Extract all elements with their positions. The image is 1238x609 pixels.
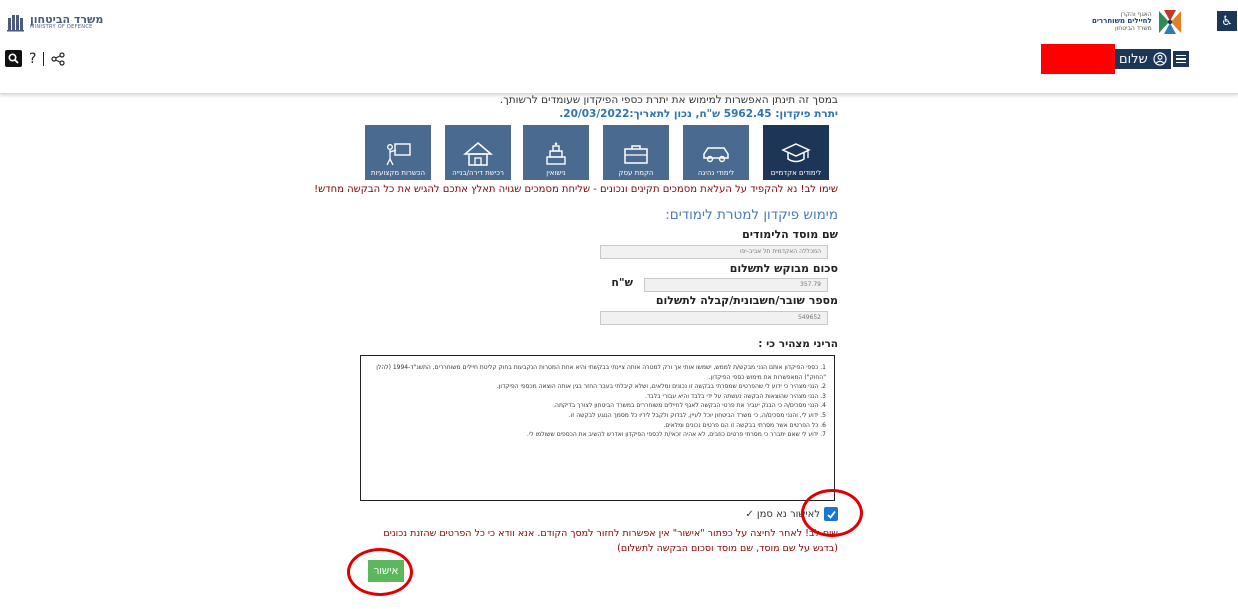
declaration-title: הריני מצהיר כי : xyxy=(758,338,838,350)
ifc-logo-line3: משרד הביטחון xyxy=(1115,24,1152,32)
hamburger-menu-button[interactable] xyxy=(1172,51,1189,67)
menu-line xyxy=(1175,58,1186,60)
amount-label: סכום מבוקש לתשלום xyxy=(729,262,838,275)
graduation-cap-icon xyxy=(781,142,811,162)
invoice-field[interactable]: 549652 xyxy=(600,311,828,325)
tile-academic-studies[interactable]: לימודים אקדמיים xyxy=(763,125,829,180)
terms-item: 2. הנני מצהיר כי ידוע לי שהפרטים שמסרתי … xyxy=(496,383,826,391)
menu-line xyxy=(1175,54,1186,57)
header-tools: ? xyxy=(5,50,66,67)
mod-logo-english: MINISTRY OF DEFENCE xyxy=(30,24,93,30)
annotation-circle-checkbox xyxy=(801,489,863,537)
terms-item: 7. ידוע לי שאם יתברר כי מסרתי פרטים כוזב… xyxy=(526,431,826,439)
purpose-tiles: לימודים אקדמיים לימודי נהיגה הקמת עסק ני… xyxy=(365,125,839,180)
house-icon xyxy=(463,141,493,166)
terms-item: 1. כספי הפיקדון אותם הנני מבקש/ת לממש, י… xyxy=(376,364,826,381)
terms-item: 3. הנני מצהיר שהוצאות הבקשה נעשתה על ידי… xyxy=(645,392,826,400)
search-icon xyxy=(8,53,19,64)
tile-label: לימודי נהיגה xyxy=(697,168,735,177)
balance-text: יתרת פיקדון: 5962.45 ש"ח, נכון לתאריך:20… xyxy=(559,108,838,120)
tile-wedding[interactable]: נישואין xyxy=(523,125,589,180)
presenter-icon xyxy=(386,142,411,165)
tile-label: רכישת דירה/בנייה xyxy=(452,168,504,177)
user-greeting-button[interactable]: שלום xyxy=(1115,49,1171,69)
tile-driving-lessons[interactable]: לימודי נהיגה xyxy=(683,125,749,180)
terms-item: 4. הנני מסכים/ה כי הבנק יעביר את פרטי הב… xyxy=(553,402,826,410)
tile-start-business[interactable]: הקמת עסק xyxy=(603,125,669,180)
tile-buy-apartment[interactable]: רכישת דירה/בנייה xyxy=(445,125,511,180)
soldiers-fund-logo[interactable]: האגף והקרן לחיילים משוחררים משרד הביטחון xyxy=(1092,9,1185,35)
tile-label: הכשרות מקצועיות xyxy=(370,168,426,177)
site-header: משרד הביטחון MINISTRY OF DEFENCE ? ♿ האג… xyxy=(0,0,1238,94)
annotation-circle-approve xyxy=(347,548,413,596)
tile-professional-training[interactable]: הכשרות מקצועיות xyxy=(365,125,431,180)
invoice-label: מספר שובר/חשבונית/קבלה לתשלום xyxy=(655,294,838,307)
submit-warning: שים לב! לאחר לחיצה על כפתור "אישור" אין … xyxy=(383,528,838,554)
institution-label: שם מוסד הלימודים xyxy=(742,228,838,241)
institution-field[interactable]: המכללה האקדמית תל אביב-יפו xyxy=(600,245,828,259)
help-button[interactable]: ? xyxy=(29,51,36,67)
terms-item: 6. כל הפרטים אשר מסרתי בבקשה זו הם פרטים… xyxy=(663,421,826,429)
car-icon xyxy=(703,146,729,162)
user-area: שלום xyxy=(1041,44,1189,74)
greeting-text: שלום xyxy=(1119,51,1148,67)
user-avatar-icon xyxy=(1153,52,1167,66)
briefcase-icon xyxy=(624,144,648,164)
tile-label: הקמת עסק xyxy=(618,168,654,177)
amount-field[interactable]: 357.79 xyxy=(644,278,828,292)
soldiers-fund-emblem-icon xyxy=(1158,10,1181,34)
tools-divider xyxy=(43,51,45,66)
menu-line xyxy=(1175,61,1186,64)
page: משרד הביטחון MINISTRY OF DEFENCE ? ♿ האג… xyxy=(0,0,1238,609)
intro-text: במסך זה תינתן האפשרות למימוש את יתרת כספ… xyxy=(499,94,838,106)
accessibility-button[interactable]: ♿ xyxy=(1217,11,1237,31)
terms-box[interactable]: 1. כספי הפיקדון אותם הנני מבקש/ת לממש, י… xyxy=(360,355,835,501)
accessibility-icon: ♿ xyxy=(1221,13,1233,29)
section-title: מימוש פיקדון למטרת לימודים: xyxy=(665,207,838,223)
ministry-of-defence-logo[interactable]: משרד הביטחון MINISTRY OF DEFENCE xyxy=(6,12,103,32)
share-icon[interactable] xyxy=(51,51,66,66)
tile-label: נישואין xyxy=(546,168,566,177)
redacted-username xyxy=(1041,44,1115,74)
search-button[interactable] xyxy=(5,50,22,67)
currency-label: ש"ח xyxy=(611,276,633,289)
mod-emblem-icon xyxy=(7,15,24,32)
tile-label: לימודים אקדמיים xyxy=(770,168,822,177)
upload-notice: שימו לב! נא להקפיד על העלאת מסמכים תקיני… xyxy=(314,184,838,195)
wedding-cake-icon xyxy=(546,141,566,165)
terms-item: 5. ידוע לי, והנני מסכים/ה, כי משרד הביטח… xyxy=(568,411,826,419)
